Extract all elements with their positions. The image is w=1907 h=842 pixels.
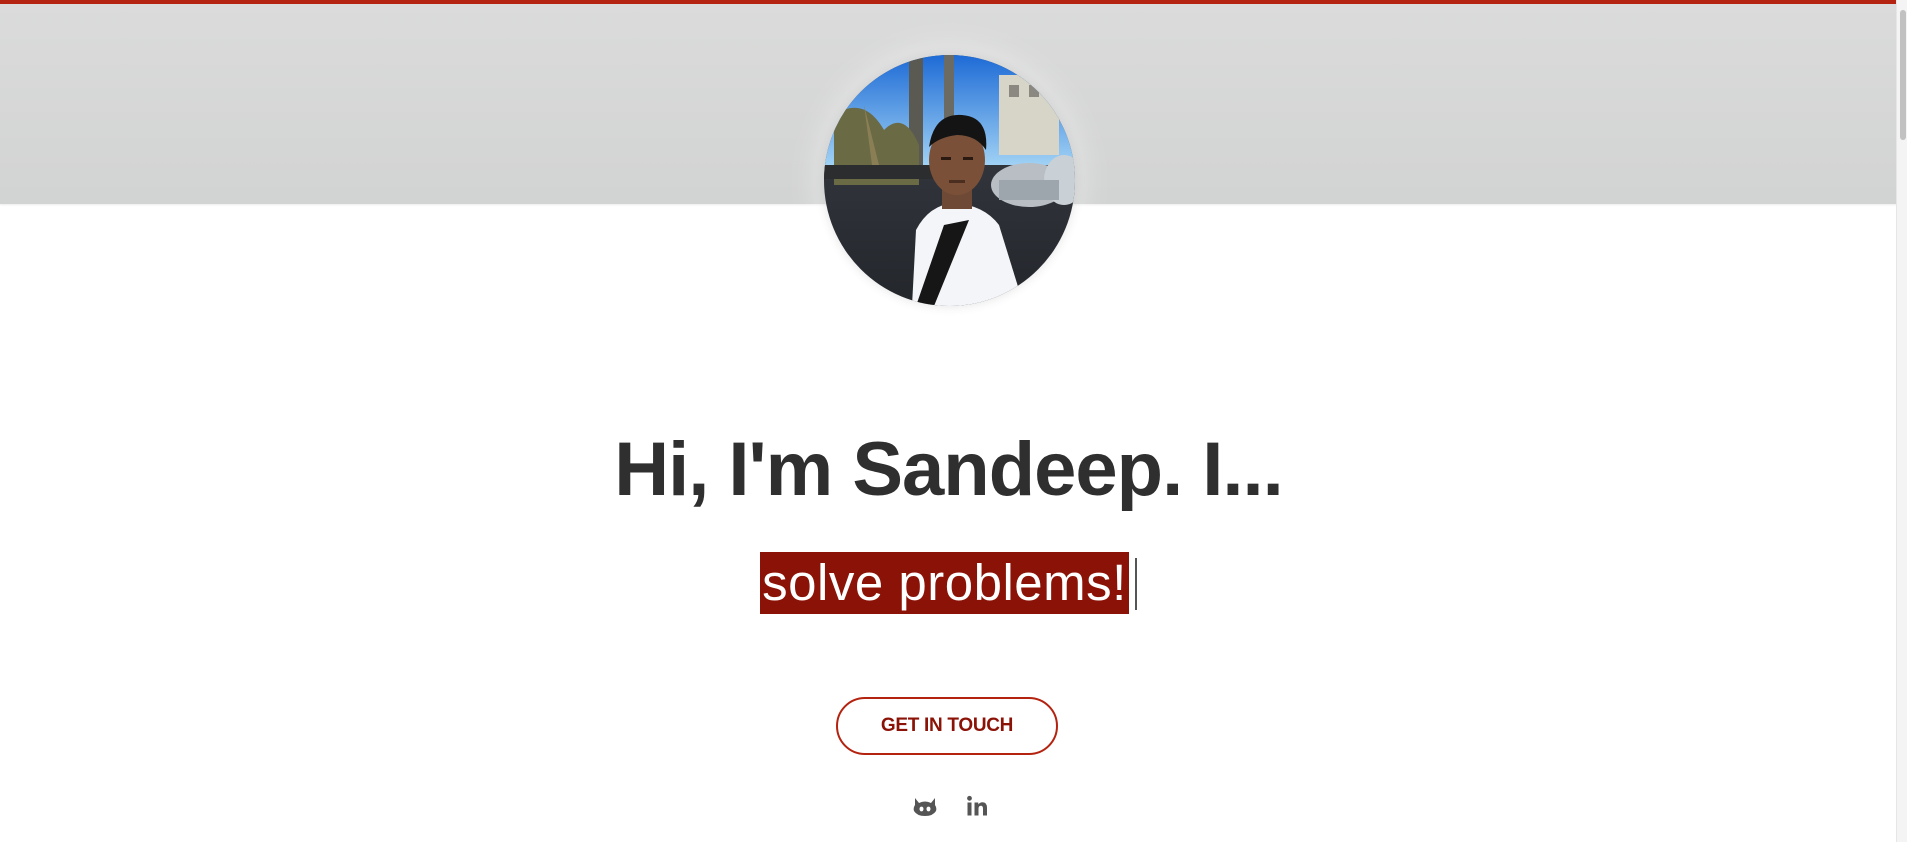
social-links	[0, 793, 1897, 819]
typed-tagline: solve problems!	[0, 552, 1897, 614]
github-link[interactable]	[912, 793, 938, 819]
scrollbar[interactable]	[1896, 0, 1907, 842]
github-icon	[913, 798, 936, 816]
page: Hi, I'm Sandeep. I... solve problems! GE…	[0, 0, 1907, 842]
typed-text-highlight: solve problems!	[760, 552, 1129, 614]
linkedin-icon	[966, 795, 987, 816]
avatar	[824, 55, 1075, 306]
get-in-touch-button[interactable]: GET IN TOUCH	[836, 697, 1058, 755]
scrollbar-thumb[interactable]	[1900, 10, 1906, 140]
hero-headline: Hi, I'm Sandeep. I...	[614, 427, 1284, 512]
linkedin-link[interactable]	[964, 793, 990, 819]
profile-photo	[824, 55, 1075, 306]
typing-cursor	[1134, 558, 1137, 610]
